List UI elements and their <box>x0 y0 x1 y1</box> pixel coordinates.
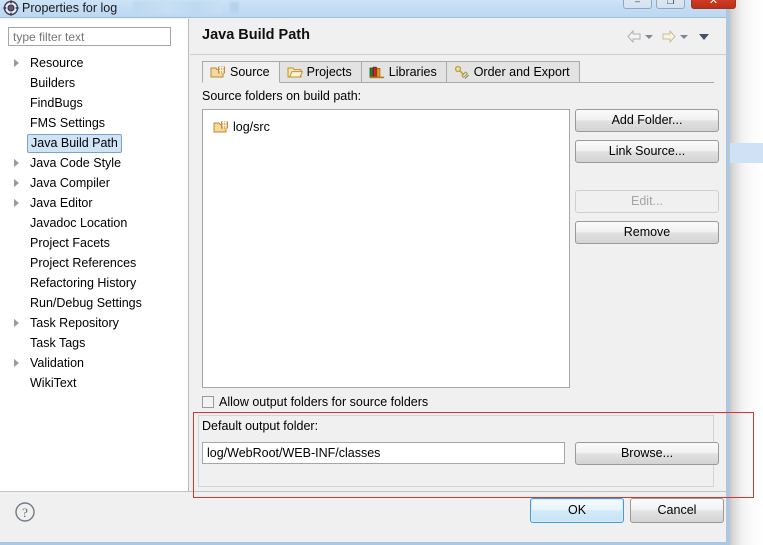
sidebar-item-findbugs[interactable]: FindBugs <box>0 93 188 113</box>
back-history-chevron-down-icon[interactable] <box>645 35 653 39</box>
tab-source[interactable]: Source <box>202 61 280 83</box>
sidebar-item-project-references[interactable]: Project References <box>0 253 188 273</box>
settings-tree: Resource Builders FindBugs FMS Settings Java… <box>0 53 188 393</box>
page-header: Java Build Path <box>190 19 726 55</box>
tab-label: Libraries <box>388 65 437 79</box>
minimize-button[interactable]: – <box>623 0 652 9</box>
sidebar-item-label: Run/Debug Settings <box>30 296 142 310</box>
sidebar-item-label: Validation <box>30 356 84 370</box>
sidebar-item-task-repository[interactable]: Task Repository <box>0 313 188 333</box>
settings-tree-panel: Resource Builders FindBugs FMS Settings Java… <box>0 19 189 491</box>
forward-history-chevron-down-icon[interactable] <box>680 35 688 39</box>
help-question-icon[interactable]: ? <box>14 501 36 523</box>
close-button[interactable]: ✕ <box>691 0 736 9</box>
sidebar-item-fms-settings[interactable]: FMS Settings <box>0 113 188 133</box>
sidebar-item-label: Project References <box>30 256 137 270</box>
sidebar-item-label: Project Facets <box>30 236 110 250</box>
sidebar-item-label: WikiText <box>30 376 77 390</box>
sidebar-item-label: FMS Settings <box>30 116 106 130</box>
sidebar-item-java-code-style[interactable]: Java Code Style <box>0 153 188 173</box>
filter-input[interactable] <box>8 27 171 46</box>
allow-output-folders-checkbox[interactable] <box>202 396 214 408</box>
sidebar-item-task-tags[interactable]: Task Tags <box>0 333 188 353</box>
close-icon: ✕ <box>708 0 719 7</box>
arrow-left-icon[interactable] <box>627 29 641 44</box>
arrow-right-icon[interactable] <box>662 29 676 44</box>
default-output-folder-input[interactable] <box>202 442 565 464</box>
sidebar-item-label: Java Compiler <box>30 176 110 190</box>
sidebar-item-label: Java Editor <box>30 196 93 210</box>
sidebar-item-label: Javadoc Location <box>30 216 128 230</box>
allow-output-folders-row[interactable]: Allow output folders for source folders <box>202 395 428 409</box>
books-icon <box>369 65 385 79</box>
tab-projects[interactable]: Projects <box>278 61 362 83</box>
sidebar-item-run-debug-settings[interactable]: Run/Debug Settings <box>0 293 188 313</box>
sidebar-item-label: Java Code Style <box>30 156 122 170</box>
tab-libraries[interactable]: Libraries <box>360 61 447 83</box>
expand-triangle-icon[interactable] <box>14 319 19 327</box>
title-bar: Properties for log – ❐ ✕ <box>0 0 736 18</box>
sidebar-item-java-build-path[interactable]: Java Build Path <box>0 133 188 153</box>
browse-button[interactable]: Browse... <box>575 442 719 465</box>
sidebar-item-wikitext[interactable]: WikiText <box>0 373 188 393</box>
sidebar-item-project-facets[interactable]: Project Facets <box>0 233 188 253</box>
open-folder-icon <box>287 65 303 79</box>
properties-dialog: Properties for log – ❐ ✕ Resource Builder… <box>0 0 736 545</box>
tab-label: Projects <box>306 65 352 79</box>
expand-triangle-icon[interactable] <box>14 359 19 367</box>
redacted-project-name <box>133 1 221 14</box>
ok-button[interactable]: OK <box>530 498 624 523</box>
maximize-icon: ❐ <box>666 0 675 6</box>
minimize-icon: – <box>634 0 640 6</box>
expand-triangle-icon[interactable] <box>14 159 19 167</box>
link-source-button[interactable]: Link Source... <box>575 140 719 163</box>
source-folder-icon <box>210 65 226 79</box>
sidebar-item-java-editor[interactable]: Java Editor <box>0 193 188 213</box>
source-folder-icon <box>213 120 229 134</box>
page-menu-chevron-down-icon[interactable] <box>699 34 709 40</box>
add-folder-button[interactable]: Add Folder... <box>575 109 719 132</box>
svg-text:?: ? <box>22 505 28 520</box>
properties-gear-icon <box>3 0 19 16</box>
sidebar-item-label: Task Tags <box>30 336 86 350</box>
source-folders-list[interactable]: log/src <box>202 109 570 388</box>
expand-triangle-icon[interactable] <box>14 59 19 67</box>
java-build-path-page: Java Build Path Source Projects Libraries O… <box>190 19 726 491</box>
tab-label: Order and Export <box>473 65 570 79</box>
expand-triangle-icon[interactable] <box>14 199 19 207</box>
sidebar-item-label: Java Build Path <box>27 134 122 153</box>
sidebar-item-label: Task Repository <box>30 316 119 330</box>
sidebar-item-refactoring-history[interactable]: Refactoring History <box>0 273 188 293</box>
tab-bar: Source Projects Libraries Order and Export <box>202 61 580 83</box>
cancel-button[interactable]: Cancel <box>630 498 724 523</box>
page-title: Java Build Path <box>202 27 310 43</box>
window-title: Properties for log <box>22 1 118 15</box>
source-folder-entry[interactable]: log/src <box>211 117 569 137</box>
sidebar-item-label: FindBugs <box>30 96 83 110</box>
sidebar-item-label: Resource <box>30 56 84 70</box>
sidebar-item-resource[interactable]: Resource <box>0 53 188 73</box>
sidebar-item-builders[interactable]: Builders <box>0 73 188 93</box>
tab-order-and-export[interactable]: Order and Export <box>445 61 580 83</box>
sidebar-item-javadoc-location[interactable]: Javadoc Location <box>0 213 188 233</box>
backdrop-highlight-band <box>730 143 763 163</box>
tab-label: Source <box>230 65 270 79</box>
maximize-button[interactable]: ❐ <box>656 0 685 9</box>
default-output-folder-label: Default output folder: <box>202 419 319 433</box>
allow-output-folders-label: Allow output folders for source folders <box>219 395 429 409</box>
sidebar-item-java-compiler[interactable]: Java Compiler <box>0 173 188 193</box>
order-export-icon <box>454 65 470 79</box>
source-folders-label: Source folders on build path: <box>202 89 362 103</box>
source-folder-entry-label: log/src <box>233 120 270 134</box>
sidebar-item-label: Refactoring History <box>30 276 137 290</box>
sidebar-item-label: Builders <box>30 76 76 90</box>
dialog-footer: ? OK Cancel <box>0 491 726 542</box>
redacted-project-suffix <box>230 2 239 13</box>
sidebar-item-validation[interactable]: Validation <box>0 353 188 373</box>
remove-button[interactable]: Remove <box>575 221 719 244</box>
expand-triangle-icon[interactable] <box>14 179 19 187</box>
edit-button: Edit... <box>575 190 719 213</box>
